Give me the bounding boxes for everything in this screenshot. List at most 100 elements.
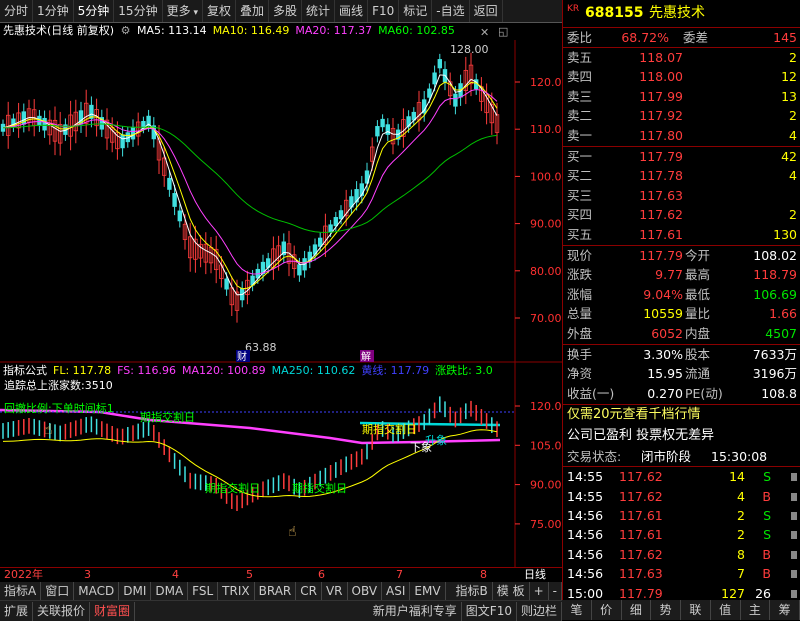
- indicator-tab[interactable]: FSL: [188, 582, 219, 600]
- finance-marker[interactable]: 财: [237, 350, 247, 363]
- bottom-tab[interactable]: 新用户福利专享: [369, 601, 462, 621]
- price-tick-label: 80.00: [530, 265, 562, 278]
- indicator-tab[interactable]: -: [549, 582, 562, 600]
- indicator-tab[interactable]: 窗口: [41, 582, 75, 600]
- stat-value: 7633万: [752, 347, 797, 362]
- stat-row: 涨幅 9.04% 最低 106.69: [563, 285, 800, 304]
- stat-label: 股本: [685, 347, 711, 362]
- bottom-tab[interactable]: 财富圈: [90, 601, 136, 621]
- toolbar-item[interactable]: 标记: [399, 0, 433, 22]
- tick-direction: B: [762, 566, 771, 582]
- toolbar-item[interactable]: 15分钟: [114, 0, 163, 22]
- bottom-tab[interactable]: 扩展: [0, 601, 34, 621]
- toolbar-item[interactable]: 分时: [0, 0, 34, 22]
- toolbar-item[interactable]: 更多 ▾: [163, 0, 203, 22]
- stock-title: 先惠技术(日线 前复权): [3, 24, 115, 37]
- quote-tab[interactable]: 价: [592, 600, 622, 620]
- bids-price[interactable]: 117.62: [639, 205, 683, 224]
- indicator-value: MA120: 100.89: [181, 364, 266, 377]
- quote-panel-tabs: 笔价细势联值主筹: [562, 600, 800, 620]
- indicator-tab[interactable]: 指标A: [0, 582, 42, 600]
- candle-body: [380, 118, 385, 128]
- asks-price[interactable]: 118.07: [639, 48, 683, 67]
- bids-price[interactable]: 117.61: [639, 225, 683, 244]
- bids-price[interactable]: 117.79: [639, 147, 683, 166]
- indicator-tab[interactable]: OBV: [348, 582, 383, 600]
- candle-body: [224, 278, 229, 290]
- settings-gear-icon[interactable]: ⚙: [118, 24, 134, 37]
- stat-row: 涨跌 9.77 最高 118.79: [563, 265, 800, 284]
- candle-body: [427, 88, 432, 98]
- candle-body: [375, 126, 380, 137]
- quote-tab[interactable]: 主: [741, 600, 771, 620]
- toolbar-item[interactable]: -自选: [432, 0, 470, 22]
- toolbar-item[interactable]: 5分钟: [74, 0, 115, 22]
- bottom-tab[interactable]: 则边栏: [517, 601, 562, 621]
- indicator-tab[interactable]: BRAR: [255, 582, 297, 600]
- tick-flag-icon: [791, 531, 797, 540]
- asks-price[interactable]: 117.92: [639, 106, 683, 125]
- bottom-tab[interactable]: 关联报价: [33, 601, 91, 621]
- quote-tab[interactable]: 细: [622, 600, 652, 620]
- quote-tab[interactable]: 值: [711, 600, 741, 620]
- bids-price[interactable]: 117.63: [639, 186, 683, 205]
- asks-price[interactable]: 117.80: [639, 126, 683, 145]
- quote-tab[interactable]: 笔: [562, 600, 592, 620]
- toolbar-item[interactable]: 返回: [470, 0, 503, 22]
- tick-time: 14:56: [567, 508, 604, 523]
- indicator-tab[interactable]: +: [530, 582, 549, 600]
- promo-link[interactable]: 仅需20元查看千档行情: [567, 405, 701, 424]
- candle-body: [437, 59, 442, 69]
- chart-close-icon[interactable]: ✕: [480, 26, 489, 39]
- asks-price[interactable]: 117.99: [639, 87, 683, 106]
- kline-chart[interactable]: 120.0110.0100.090.0080.0070.00128.0063.8…: [0, 40, 562, 567]
- weibi-label: 委比: [567, 30, 593, 45]
- tick-row: 14:56 117.63 7 B: [563, 564, 800, 583]
- stat-label: 最低: [685, 286, 711, 302]
- status-row: 交易状态: 闭市阶段 15:30:08: [563, 447, 800, 466]
- toolbar-item[interactable]: 多股: [269, 0, 303, 22]
- tick-row: 14:55 117.62 4 B: [563, 487, 800, 506]
- indicator-tab[interactable]: DMI: [119, 582, 152, 600]
- indicator-tab[interactable]: ASI: [382, 582, 411, 600]
- indicator-tab[interactable]: CR: [296, 582, 322, 600]
- indicator-tab[interactable]: 模 板: [493, 582, 530, 600]
- hand-pointer-icon[interactable]: ☝: [44, 422, 53, 438]
- asks-row: 卖一 117.80 4: [563, 126, 800, 145]
- tick-row: 14:56 117.61 2 S: [563, 506, 800, 525]
- indicator-note: 下象: [410, 441, 432, 454]
- toolbar-item[interactable]: 复权: [203, 0, 236, 22]
- bids-price[interactable]: 117.78: [639, 166, 683, 185]
- bottom-tab[interactable]: 图文F10: [462, 601, 517, 621]
- toolbar-item[interactable]: 叠加: [236, 0, 270, 22]
- toolbar-item[interactable]: 统计: [302, 0, 336, 22]
- hand-pointer-icon[interactable]: ☝: [288, 524, 297, 540]
- stat-label: 量比: [685, 306, 711, 322]
- tick-volume: 2: [737, 527, 745, 543]
- candle-body: [297, 264, 302, 276]
- unlock-marker[interactable]: 解: [361, 350, 371, 363]
- stock-code: 688155: [585, 5, 644, 21]
- asks-volume: 4: [789, 127, 797, 143]
- weibi-row: 委比 68.72% 委差 145: [563, 28, 800, 47]
- indicator-tab[interactable]: TRIX: [218, 582, 255, 600]
- quote-tab[interactable]: 筹: [770, 600, 800, 620]
- chart-restore-icon[interactable]: ◱: [498, 25, 508, 38]
- quote-tab[interactable]: 联: [681, 600, 711, 620]
- indicator-tab[interactable]: DMA: [151, 582, 189, 600]
- indicator-tab[interactable]: VR: [322, 582, 348, 600]
- toolbar-item[interactable]: F10: [368, 0, 400, 22]
- asks-row: 卖五 118.07 2: [563, 48, 800, 67]
- stat-row: 现价 117.79 今开 108.02: [563, 246, 800, 265]
- indicator-tab[interactable]: EMV: [410, 582, 446, 600]
- indicator-tab[interactable]: MACD: [74, 582, 120, 600]
- toolbar-item[interactable]: 1分钟: [33, 0, 74, 22]
- tick-price: 117.61: [619, 508, 663, 523]
- candle-body: [120, 134, 125, 149]
- stat-label: 收益(一): [567, 385, 615, 401]
- toolbar-item[interactable]: 画线: [335, 0, 369, 22]
- quote-tab[interactable]: 势: [651, 600, 681, 620]
- asks-price[interactable]: 118.00: [639, 67, 683, 86]
- indicator-tab[interactable]: 指标B: [452, 582, 493, 600]
- main-chart-header: 先惠技术(日线 前复权) ⚙ MA5: 113.14 MA10: 116.49 MA…: [0, 22, 515, 40]
